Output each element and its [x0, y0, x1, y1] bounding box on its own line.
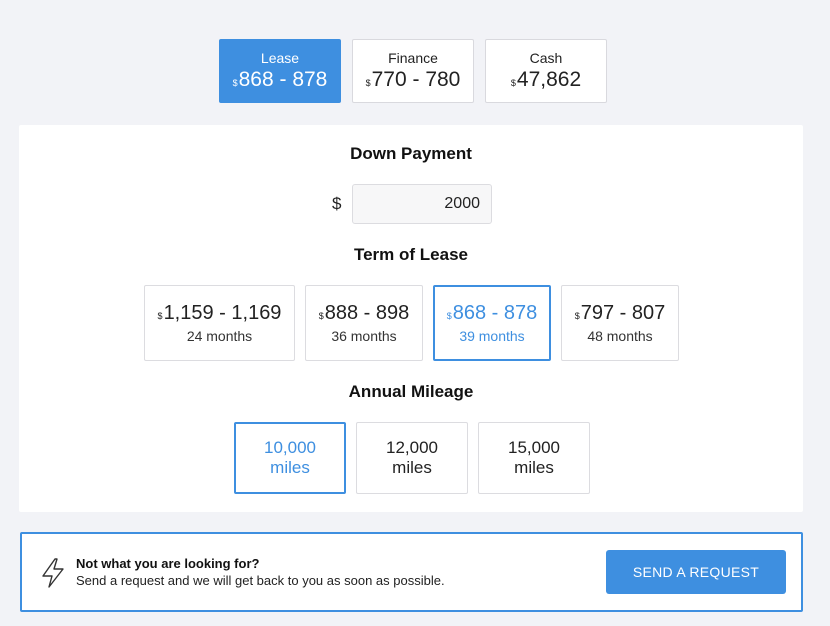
- currency-symbol: $: [446, 311, 452, 321]
- tab-finance-price: $770 - 780: [366, 68, 461, 92]
- mileage-unit: miles: [514, 458, 554, 477]
- mileage-unit: miles: [392, 458, 432, 477]
- request-banner: Not what you are looking for? Send a req…: [20, 532, 803, 612]
- term-months: 39 months: [459, 328, 525, 344]
- tab-cash-label: Cash: [529, 50, 563, 66]
- term-of-lease-title: Term of Lease: [353, 245, 468, 264]
- mileage-value: 15,000: [508, 438, 560, 457]
- tab-cash-price-value: 47,862: [516, 68, 582, 91]
- down-payment-currency: $: [332, 194, 342, 213]
- tab-finance[interactable]: Finance $770 - 780: [352, 39, 474, 103]
- tab-cash-price: $47,862: [511, 68, 581, 92]
- term-price-value: 797 - 807: [580, 302, 666, 324]
- tab-lease-price-value: 868 - 878: [238, 68, 328, 91]
- term-price-value: 888 - 898: [324, 302, 410, 324]
- mileage-option-15000[interactable]: 15,000 miles: [478, 422, 590, 494]
- down-payment-input[interactable]: [352, 184, 492, 224]
- lease-options-card: Down Payment $ Term of Lease $1,159 - 1,…: [19, 125, 803, 512]
- term-months: 36 months: [331, 328, 397, 344]
- down-payment-row: $: [19, 184, 803, 224]
- banner-text: Send a request and we will get back to y…: [76, 573, 445, 588]
- term-option-36-months[interactable]: $888 - 898 36 months: [305, 285, 423, 361]
- currency-symbol: $: [574, 311, 580, 321]
- tab-lease-price: $868 - 878: [233, 68, 328, 92]
- tab-finance-price-value: 770 - 780: [371, 68, 461, 91]
- term-price: $797 - 807: [575, 302, 666, 324]
- tab-lease-label: Lease: [260, 50, 300, 66]
- term-options: $1,159 - 1,169 24 months $888 - 898 36 m…: [144, 285, 679, 361]
- currency-symbol: $: [157, 311, 163, 321]
- mileage-options: 10,000 miles 12,000 miles 15,000 miles: [234, 422, 590, 494]
- term-option-24-months[interactable]: $1,159 - 1,169 24 months: [144, 285, 295, 361]
- mileage-unit: miles: [270, 458, 310, 477]
- mileage-value: 12,000: [386, 438, 438, 457]
- currency-symbol: $: [232, 78, 238, 88]
- mileage-option-10000[interactable]: 10,000 miles: [234, 422, 346, 494]
- currency-symbol: $: [365, 78, 371, 88]
- term-price: $888 - 898: [319, 302, 410, 324]
- tab-cash[interactable]: Cash $47,862: [485, 39, 607, 103]
- lightning-bolt-icon: [42, 558, 64, 588]
- currency-symbol: $: [318, 311, 324, 321]
- term-option-39-months[interactable]: $868 - 878 39 months: [433, 285, 551, 361]
- mileage-value: 10,000: [264, 438, 316, 457]
- term-price-value: 868 - 878: [452, 302, 538, 324]
- down-payment-title: Down Payment: [350, 144, 472, 163]
- mileage-option-12000[interactable]: 12,000 miles: [356, 422, 468, 494]
- tab-lease[interactable]: Lease $868 - 878: [219, 39, 341, 103]
- send-request-button[interactable]: SEND A REQUEST: [606, 550, 786, 594]
- currency-symbol: $: [510, 78, 516, 88]
- term-price-value: 1,159 - 1,169: [163, 302, 282, 324]
- term-months: 24 months: [186, 328, 253, 344]
- term-option-48-months[interactable]: $797 - 807 48 months: [561, 285, 679, 361]
- annual-mileage-title: Annual Mileage: [348, 382, 474, 401]
- payment-type-tabs: Lease $868 - 878 Finance $770 - 780 Cash…: [219, 39, 607, 103]
- tab-finance-label: Finance: [388, 50, 438, 66]
- term-price: $1,159 - 1,169: [158, 302, 282, 324]
- banner-title: Not what you are looking for?: [76, 556, 260, 571]
- term-months: 48 months: [587, 328, 653, 344]
- term-price: $868 - 878: [447, 302, 538, 324]
